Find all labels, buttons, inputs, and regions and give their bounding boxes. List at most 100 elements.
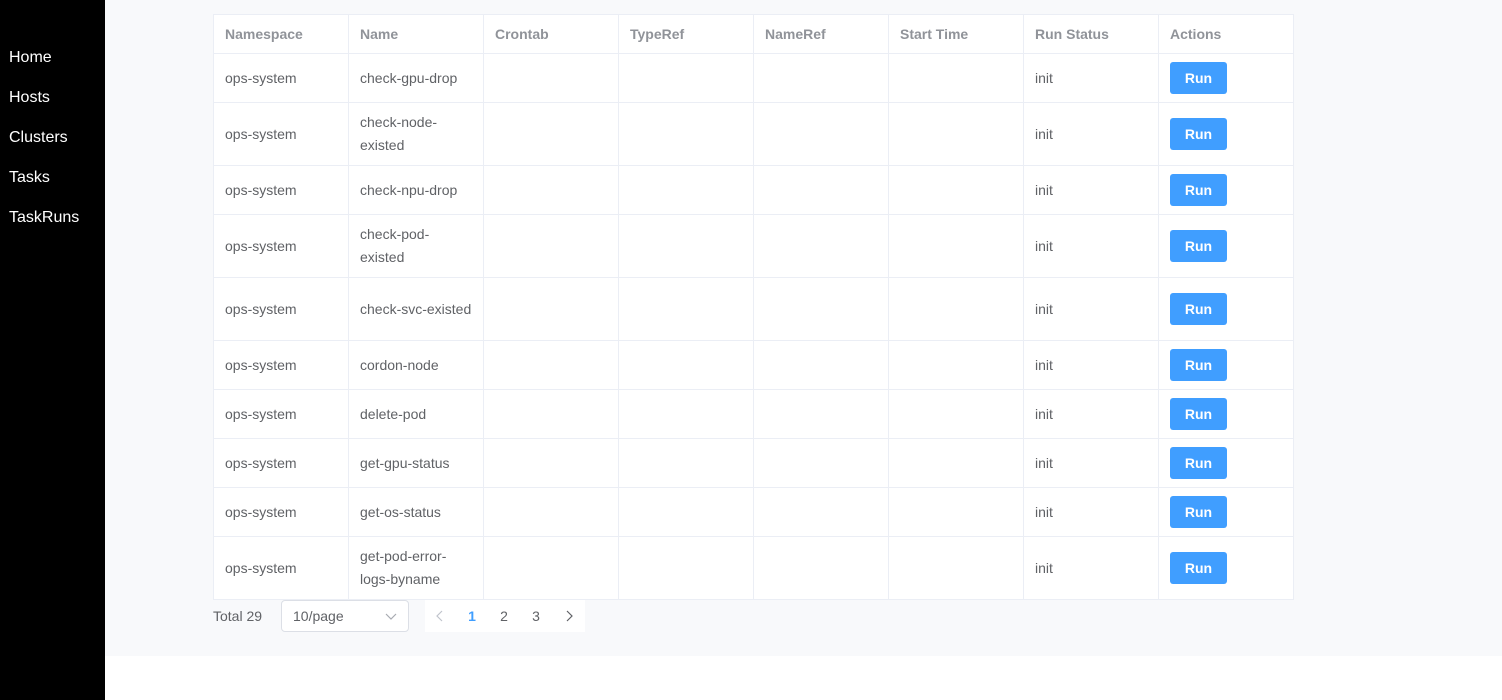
page-1-button[interactable]: 1 [460, 608, 484, 624]
run-button[interactable]: Run [1170, 447, 1227, 479]
cell-actions: Run [1158, 438, 1294, 488]
cell-crontab [483, 487, 619, 537]
table-row: ops-system check-pod-existed init Run [213, 214, 1294, 278]
table-header-row: Namespace Name Crontab TypeRef NameRef S… [213, 14, 1294, 54]
column-header-namespace: Namespace [213, 14, 349, 54]
cell-actions: Run [1158, 340, 1294, 390]
cell-start-time [888, 102, 1024, 166]
cell-namespace: ops-system [213, 340, 349, 390]
page-3-button[interactable]: 3 [524, 608, 548, 624]
run-button[interactable]: Run [1170, 293, 1227, 325]
cell-namespace: ops-system [213, 277, 349, 341]
run-button[interactable]: Run [1170, 349, 1227, 381]
page-size-value: 10/page [293, 608, 344, 624]
cell-run-status: init [1023, 277, 1159, 341]
run-button[interactable]: Run [1170, 174, 1227, 206]
pager-pages: 1 2 3 [425, 600, 585, 632]
cell-name: check-node-existed [348, 102, 484, 166]
run-button[interactable]: Run [1170, 496, 1227, 528]
cell-crontab [483, 214, 619, 278]
cell-namespace: ops-system [213, 438, 349, 488]
cell-typeref [618, 487, 754, 537]
cell-nameref [753, 214, 889, 278]
cell-namespace: ops-system [213, 165, 349, 215]
cell-start-time [888, 340, 1024, 390]
cell-run-status: init [1023, 438, 1159, 488]
chevron-left-icon[interactable] [433, 609, 447, 623]
run-button[interactable]: Run [1170, 118, 1227, 150]
cell-start-time [888, 438, 1024, 488]
column-header-actions: Actions [1158, 14, 1294, 54]
cell-actions: Run [1158, 487, 1294, 537]
cell-actions: Run [1158, 536, 1294, 600]
cell-crontab [483, 536, 619, 600]
cell-typeref [618, 165, 754, 215]
cell-typeref [618, 536, 754, 600]
cell-actions: Run [1158, 165, 1294, 215]
table-row: ops-system get-os-status init Run [213, 487, 1294, 537]
cell-name: get-gpu-status [348, 438, 484, 488]
cell-name: get-pod-error-logs-byname [348, 536, 484, 600]
column-header-nameref: NameRef [753, 14, 889, 54]
sidebar: Home Hosts Clusters Tasks TaskRuns [0, 0, 105, 700]
cell-run-status: init [1023, 487, 1159, 537]
table-row: ops-system cordon-node init Run [213, 340, 1294, 390]
table-row: ops-system get-gpu-status init Run [213, 438, 1294, 488]
column-header-run-status: Run Status [1023, 14, 1159, 54]
column-header-name: Name [348, 14, 484, 54]
cell-start-time [888, 536, 1024, 600]
sidebar-item-clusters[interactable]: Clusters [9, 128, 68, 148]
run-button[interactable]: Run [1170, 62, 1227, 94]
run-button[interactable]: Run [1170, 230, 1227, 262]
cell-actions: Run [1158, 389, 1294, 439]
cell-crontab [483, 102, 619, 166]
page-2-button[interactable]: 2 [492, 608, 516, 624]
cell-typeref [618, 340, 754, 390]
table-row: ops-system delete-pod init Run [213, 389, 1294, 439]
table-row: ops-system check-gpu-drop init Run [213, 53, 1294, 103]
cell-start-time [888, 487, 1024, 537]
cell-namespace: ops-system [213, 53, 349, 103]
cell-actions: Run [1158, 277, 1294, 341]
run-button[interactable]: Run [1170, 552, 1227, 584]
sidebar-item-home[interactable]: Home [9, 48, 52, 68]
cell-namespace: ops-system [213, 487, 349, 537]
cell-name: cordon-node [348, 340, 484, 390]
cell-run-status: init [1023, 536, 1159, 600]
cell-run-status: init [1023, 214, 1159, 278]
cell-typeref [618, 214, 754, 278]
table-body: ops-system check-gpu-drop init Run ops-syste… [213, 53, 1294, 600]
table-row: ops-system check-npu-drop init Run [213, 165, 1294, 215]
cell-typeref [618, 389, 754, 439]
column-header-start-time: Start Time [888, 14, 1024, 54]
cell-name: check-pod-existed [348, 214, 484, 278]
cell-name: get-os-status [348, 487, 484, 537]
cell-run-status: init [1023, 340, 1159, 390]
cell-crontab [483, 389, 619, 439]
cell-nameref [753, 277, 889, 341]
column-header-crontab: Crontab [483, 14, 619, 54]
cell-start-time [888, 165, 1024, 215]
table-row: ops-system check-node-existed init Run [213, 102, 1294, 166]
cell-typeref [618, 438, 754, 488]
chevron-down-icon [385, 613, 397, 620]
run-button[interactable]: Run [1170, 398, 1227, 430]
sidebar-item-taskruns[interactable]: TaskRuns [9, 208, 79, 228]
tasks-table: Namespace Name Crontab TypeRef NameRef S… [213, 14, 1294, 600]
chevron-right-icon[interactable] [562, 609, 576, 623]
cell-typeref [618, 102, 754, 166]
cell-nameref [753, 165, 889, 215]
cell-start-time [888, 53, 1024, 103]
cell-run-status: init [1023, 102, 1159, 166]
table-row: ops-system check-svc-existed init Run [213, 277, 1294, 341]
page-size-select[interactable]: 10/page [281, 600, 409, 632]
cell-run-status: init [1023, 165, 1159, 215]
sidebar-item-tasks[interactable]: Tasks [9, 168, 50, 188]
column-header-typeref: TypeRef [618, 14, 754, 54]
cell-nameref [753, 438, 889, 488]
cell-actions: Run [1158, 102, 1294, 166]
main-content: Namespace Name Crontab TypeRef NameRef S… [105, 0, 1502, 656]
sidebar-item-hosts[interactable]: Hosts [9, 88, 50, 108]
cell-run-status: init [1023, 389, 1159, 439]
cell-crontab [483, 165, 619, 215]
